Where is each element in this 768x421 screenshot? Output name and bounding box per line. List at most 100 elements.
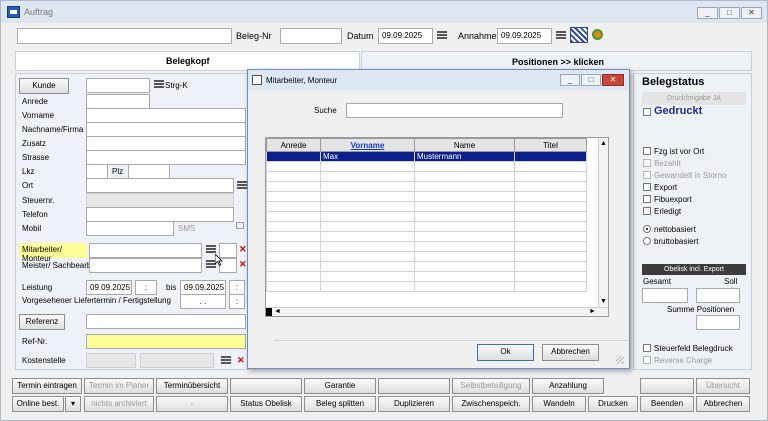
gedruckt-checkbox[interactable] bbox=[643, 108, 651, 116]
leistung-bis-field[interactable]: 09.09.2025 bbox=[180, 280, 226, 295]
annahme-field[interactable]: 09.09.2025 bbox=[497, 28, 552, 44]
datum-list-icon[interactable] bbox=[437, 31, 447, 41]
ort-list-icon[interactable] bbox=[237, 181, 247, 191]
datum-field[interactable]: 09.09.2025 bbox=[378, 28, 433, 44]
column-header-name[interactable]: Name bbox=[414, 138, 515, 152]
column-header-titel[interactable]: Titel bbox=[514, 138, 587, 152]
resize-grip-icon[interactable] bbox=[616, 356, 624, 364]
leistung-bis-time[interactable]: : bbox=[229, 280, 245, 295]
kunde-button[interactable]: Kunde bbox=[19, 78, 69, 94]
brutto-radio[interactable] bbox=[643, 237, 651, 245]
kunde-field[interactable] bbox=[86, 78, 150, 93]
strasse-field[interactable] bbox=[86, 150, 246, 165]
terminuebersicht-button[interactable]: Terminübersicht bbox=[156, 378, 228, 394]
bis-label: bis bbox=[166, 283, 177, 292]
netto-radio[interactable] bbox=[643, 225, 651, 233]
vertical-scrollbar[interactable]: ▲ ▼ bbox=[598, 138, 608, 308]
annahme-list-icon[interactable] bbox=[556, 31, 566, 41]
blank-button-3 bbox=[640, 378, 694, 394]
kostenstelle-list-icon[interactable] bbox=[221, 356, 231, 366]
scroll-down-icon[interactable]: ▼ bbox=[600, 298, 607, 305]
meister-clear-icon[interactable]: ✕ bbox=[239, 259, 247, 270]
anrede-field[interactable] bbox=[86, 94, 150, 109]
termin-eintragen-button[interactable]: Termin eintragen bbox=[12, 378, 82, 394]
zusatz-field[interactable] bbox=[86, 136, 246, 151]
lkz-field[interactable] bbox=[86, 164, 108, 179]
mitarbeiter-clear-icon[interactable]: ✕ bbox=[239, 244, 247, 255]
garantie-button[interactable]: Garantie bbox=[304, 378, 376, 394]
kunde-name-field[interactable] bbox=[17, 28, 232, 44]
maximize-button[interactable]: □ bbox=[719, 7, 740, 19]
mitarbeiter-field[interactable] bbox=[89, 243, 202, 258]
tab-positionen[interactable]: Positionen >> klicken bbox=[361, 51, 752, 71]
status-obelisk-button[interactable]: Status Obelisk bbox=[230, 396, 302, 412]
dialog-maximize-button[interactable]: □ bbox=[581, 74, 601, 86]
bezahlt-label: Bezahlt bbox=[654, 159, 681, 168]
tab-belegkopf[interactable]: Belegkopf bbox=[15, 51, 360, 71]
search-input[interactable] bbox=[346, 103, 563, 118]
beleg-nr-field[interactable] bbox=[280, 28, 342, 44]
close-button[interactable]: ✕ bbox=[741, 7, 762, 19]
fibuexport-label: Fibuexport bbox=[654, 195, 692, 204]
abbrechen-dialog-button[interactable]: Abbrechen bbox=[542, 344, 599, 361]
mitarbeiter-label: Mitarbeiter/ Monteur bbox=[19, 243, 87, 263]
drucken-button[interactable]: Drucken bbox=[588, 396, 638, 412]
qr-code-icon[interactable] bbox=[570, 27, 588, 43]
vorname-field[interactable] bbox=[86, 108, 246, 123]
liefertermin-time[interactable]: : bbox=[229, 294, 245, 309]
column-header-vorname[interactable]: Vorname bbox=[320, 138, 415, 152]
dialog-close-button[interactable]: ✕ bbox=[602, 74, 624, 86]
leistung-von-field[interactable]: 09.09.2025 bbox=[86, 280, 132, 295]
minimize-button[interactable]: _ bbox=[697, 7, 718, 19]
ort-field[interactable] bbox=[86, 178, 234, 193]
druckfreigabe-label: Druckfreigabe JA bbox=[642, 92, 746, 105]
beleg-splitten-button[interactable]: Beleg splitten bbox=[304, 396, 376, 412]
scroll-right-icon[interactable]: ► bbox=[589, 308, 596, 315]
kostenstelle-name-field bbox=[140, 353, 214, 368]
soll-label: Soll bbox=[724, 277, 738, 286]
export-checkbox[interactable] bbox=[643, 183, 651, 191]
telefon-field[interactable] bbox=[86, 207, 234, 222]
refresh-icon[interactable] bbox=[592, 29, 603, 40]
wandeln-button[interactable]: Wandeln bbox=[532, 396, 586, 412]
online-best-dropdown[interactable]: ▾ bbox=[65, 396, 81, 412]
erledigt-checkbox[interactable] bbox=[643, 207, 651, 215]
empty-row bbox=[266, 281, 587, 292]
column-header-anrede[interactable]: Anrede bbox=[266, 138, 321, 152]
mobil-field[interactable] bbox=[86, 221, 174, 236]
plz-field[interactable] bbox=[128, 164, 170, 179]
obelisk-label: Obelisk incl. Export bbox=[642, 264, 746, 275]
meister-label: Meister/ Sachbearb. bbox=[22, 261, 94, 270]
online-best-button[interactable]: Online best. bbox=[12, 396, 64, 412]
horizontal-scrollbar[interactable]: ◄ ► bbox=[266, 307, 608, 316]
scroll-left-icon[interactable]: ◄ bbox=[274, 308, 281, 315]
refnr-field[interactable] bbox=[86, 334, 246, 349]
reverse-checkbox bbox=[643, 356, 651, 364]
duplizieren-button[interactable]: Duplizieren bbox=[378, 396, 450, 412]
empty-row bbox=[266, 251, 587, 262]
kostenstelle-clear-icon[interactable]: ✕ bbox=[237, 355, 245, 366]
sms-mail-icon[interactable] bbox=[236, 222, 244, 229]
liefertermin-field[interactable]: . . bbox=[180, 294, 226, 309]
referenz-button[interactable]: Referenz bbox=[19, 314, 65, 330]
kunde-list-icon[interactable] bbox=[154, 80, 164, 90]
steuerfeld-checkbox[interactable] bbox=[643, 344, 651, 352]
fibuexport-checkbox[interactable] bbox=[643, 195, 651, 203]
zwischenspeichern-button[interactable]: Zwischenspeich. bbox=[452, 396, 530, 412]
fzg-checkbox[interactable] bbox=[643, 147, 651, 155]
anzahlung-button[interactable]: Anzahlung bbox=[532, 378, 604, 394]
empty-row bbox=[266, 211, 587, 222]
empty-row bbox=[266, 171, 587, 182]
table-row[interactable]: Max Mustermann bbox=[266, 151, 587, 162]
empty-row bbox=[266, 241, 587, 252]
ok-button[interactable]: Ok bbox=[477, 344, 534, 361]
leistung-von-time[interactable]: : bbox=[135, 280, 157, 295]
abbrechen-button[interactable]: Abbrechen bbox=[696, 396, 750, 412]
referenz-field[interactable] bbox=[86, 314, 246, 329]
meister-field[interactable] bbox=[89, 258, 202, 273]
plz-label: Plz bbox=[112, 167, 124, 176]
nachname-field[interactable] bbox=[86, 122, 246, 137]
dialog-minimize-button[interactable]: _ bbox=[560, 74, 580, 86]
scroll-up-icon[interactable]: ▲ bbox=[600, 140, 607, 147]
beenden-button[interactable]: Beenden bbox=[640, 396, 694, 412]
